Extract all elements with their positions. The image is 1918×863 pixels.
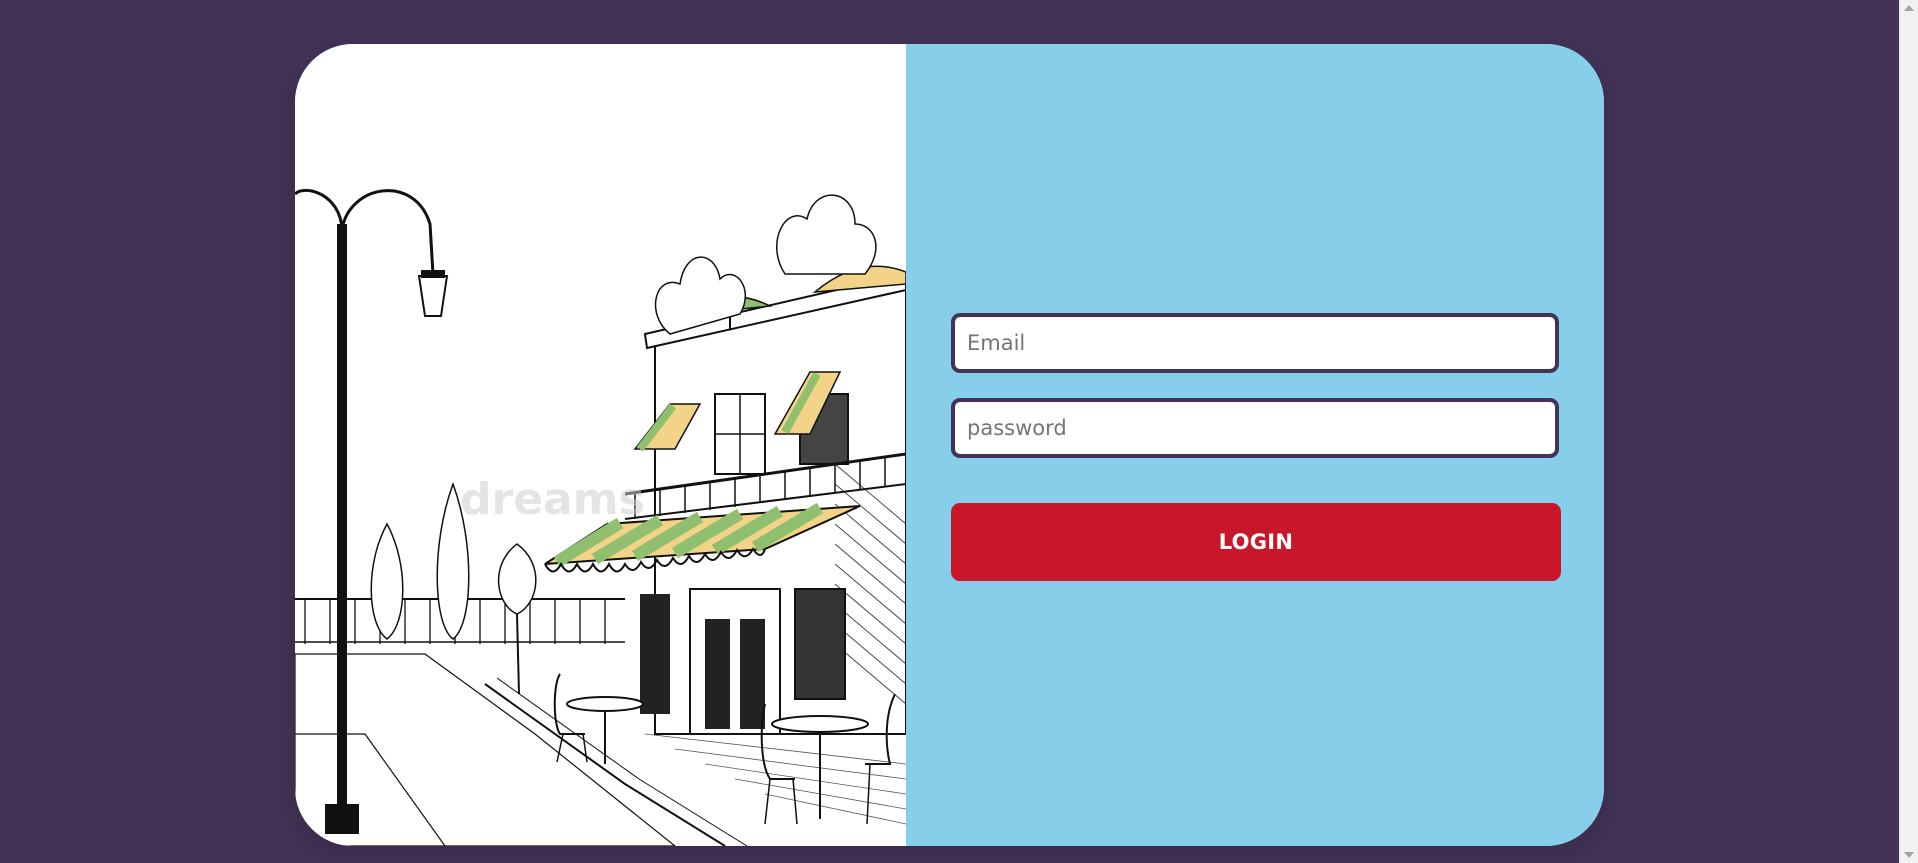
- cafe-sketch-image: dreams: [295, 188, 906, 846]
- watermark-text: dreams: [460, 474, 645, 525]
- cafe-street-illustration: dreams: [295, 44, 906, 846]
- scroll-up-arrow-icon[interactable]: [1904, 5, 1914, 11]
- password-field[interactable]: [951, 398, 1559, 458]
- login-card: dreams LOGIN: [295, 44, 1604, 846]
- scroll-down-arrow-icon[interactable]: [1904, 852, 1914, 858]
- email-field[interactable]: [951, 313, 1559, 373]
- login-button[interactable]: LOGIN: [951, 503, 1561, 581]
- login-form-panel: LOGIN: [906, 44, 1604, 846]
- vertical-scrollbar[interactable]: [1899, 0, 1918, 863]
